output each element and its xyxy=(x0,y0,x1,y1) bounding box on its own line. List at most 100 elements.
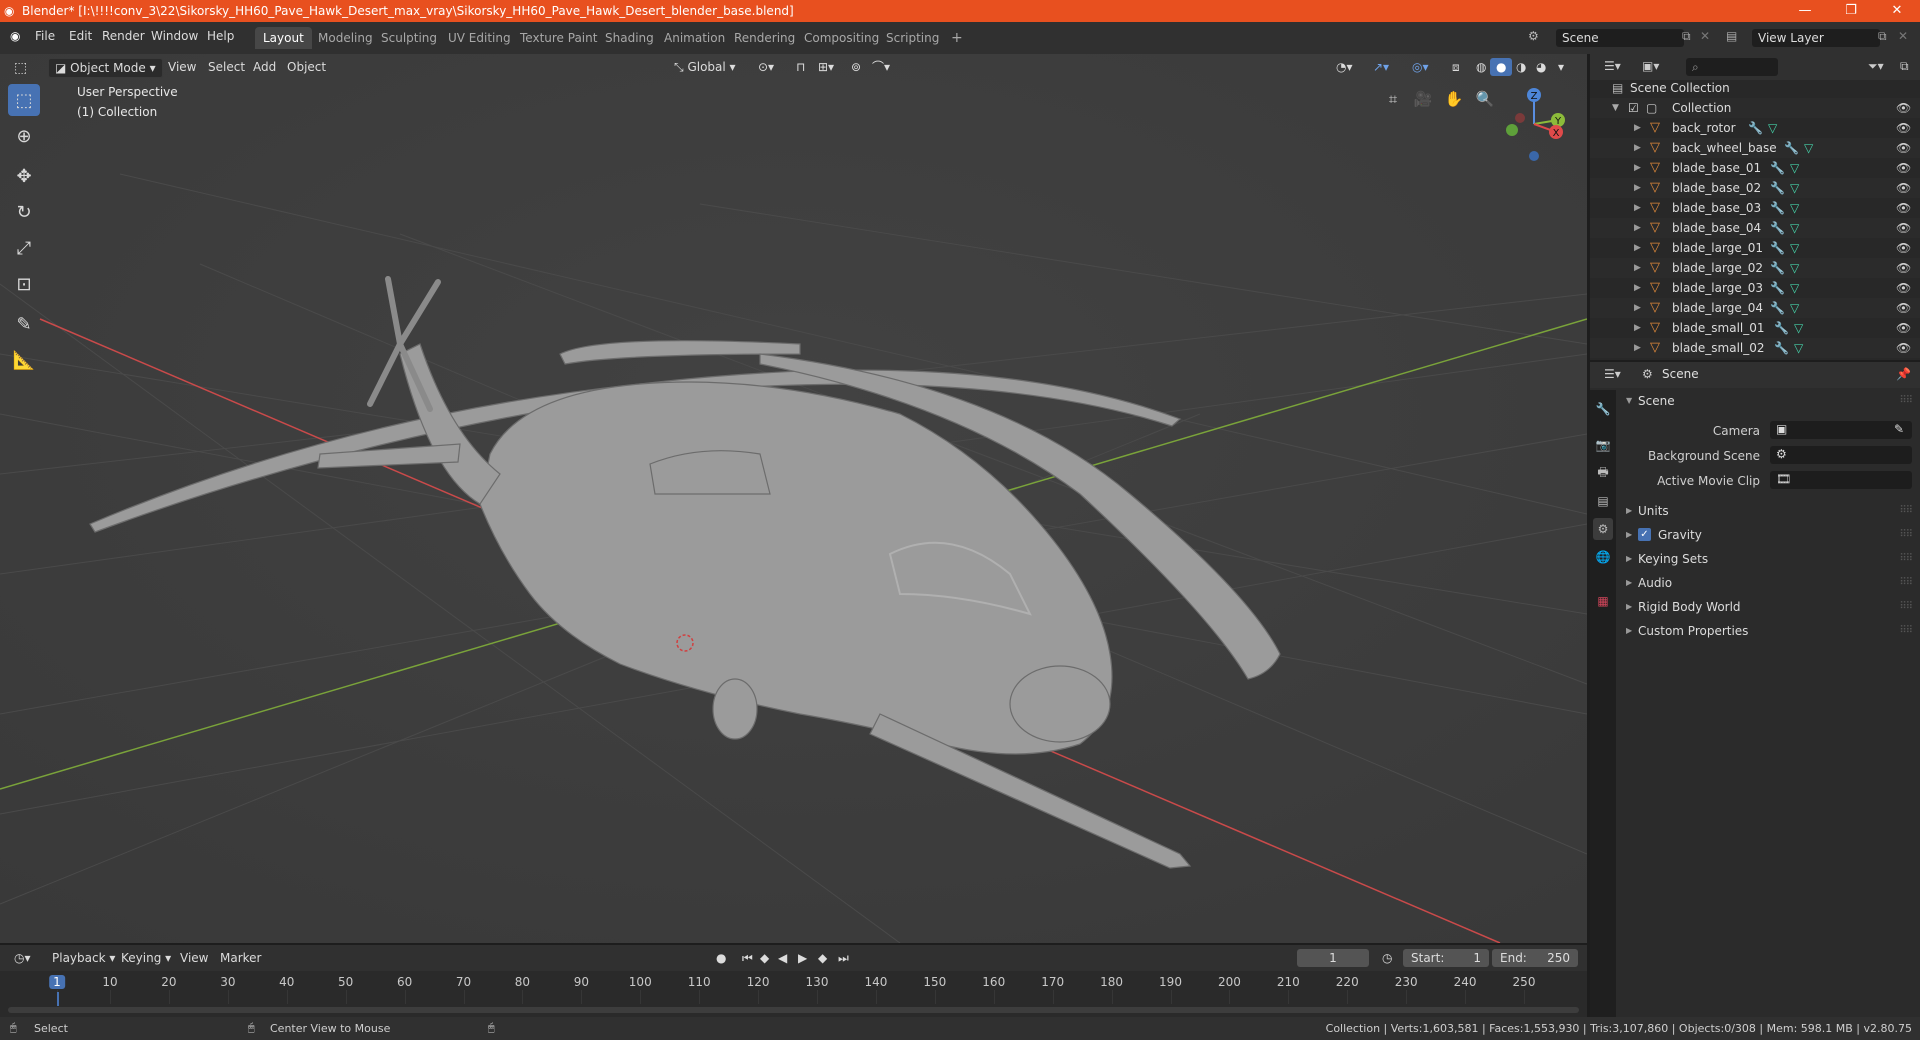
snap-icon[interactable]: ⊓ xyxy=(790,58,811,76)
drag-grip-icon[interactable]: ⠿⠿ xyxy=(1899,500,1913,522)
timeline-tick-label[interactable]: 250 xyxy=(1513,975,1536,989)
timeline-tick-label[interactable]: 230 xyxy=(1395,975,1418,989)
modifier-wrench-icon[interactable]: 🔧 xyxy=(1770,218,1785,238)
mesh-data-icon[interactable]: ▽ xyxy=(1794,318,1803,338)
timeline-tick-label[interactable]: 170 xyxy=(1041,975,1064,989)
menu-file[interactable]: File xyxy=(35,29,55,43)
modifier-wrench-icon[interactable]: 🔧 xyxy=(1770,298,1785,318)
menu-keying[interactable]: Keying ▾ xyxy=(115,949,177,967)
properties-editor-icon[interactable]: ☰▾ xyxy=(1604,367,1621,381)
eye-icon[interactable]: 👁 xyxy=(1896,238,1911,258)
eye-icon[interactable]: 👁 xyxy=(1896,318,1911,338)
modifier-wrench-icon[interactable]: 🔧 xyxy=(1784,138,1799,158)
annotate-tool-icon[interactable]: ✎ xyxy=(8,308,40,340)
view-layer-tab-icon[interactable]: ▤ xyxy=(1593,490,1613,512)
mesh-data-icon[interactable]: ▽ xyxy=(1790,178,1799,198)
expand-triangle-icon[interactable]: ▶ xyxy=(1634,118,1641,138)
timeline-tick-label[interactable]: 150 xyxy=(923,975,946,989)
eye-icon[interactable]: 👁 xyxy=(1896,278,1911,298)
outliner-object-row[interactable]: ▶ ▽ blade_large_02 🔧 ▽ 👁 xyxy=(1590,258,1920,278)
timeline-tick-label[interactable]: 130 xyxy=(806,975,829,989)
texture-tab-icon[interactable]: ▦ xyxy=(1593,590,1613,612)
add-workspace-button[interactable]: + xyxy=(943,27,971,49)
zoom-view-icon[interactable]: 🔍 xyxy=(1472,86,1498,112)
cursor-tool-icon[interactable]: ⊕ xyxy=(8,120,40,152)
tab-texture-paint[interactable]: Texture Paint xyxy=(512,27,605,49)
timeline-tick-label[interactable]: 190 xyxy=(1159,975,1182,989)
mesh-data-icon[interactable]: ▽ xyxy=(1790,298,1799,318)
scene-selector-icon[interactable]: ⚙ xyxy=(1528,29,1539,43)
scene-panel-header[interactable]: ▼ Scene ⠿⠿ xyxy=(1620,390,1916,412)
background-scene-field[interactable]: ⚙ xyxy=(1770,446,1912,464)
pivot-point-icon[interactable]: ⊙▾ xyxy=(752,58,780,76)
modifier-wrench-icon[interactable]: 🔧 xyxy=(1770,198,1785,218)
menu-add[interactable]: Add xyxy=(247,58,282,76)
audio-panel-header[interactable]: ▶ Audio ⠿⠿ xyxy=(1620,572,1916,594)
rendered-shading-icon[interactable]: ◕ xyxy=(1530,58,1552,76)
timeline-tick-label[interactable]: 40 xyxy=(279,975,294,989)
custom-properties-panel-header[interactable]: ▶ Custom Properties ⠿⠿ xyxy=(1620,620,1916,642)
outliner-object-row[interactable]: ▶ ▽ blade_small_01 🔧 ▽ 👁 xyxy=(1590,318,1920,338)
modifier-wrench-icon[interactable]: 🔧 xyxy=(1774,318,1789,338)
outliner-object-row[interactable]: ▶ ▽ blade_large_01 🔧 ▽ 👁 xyxy=(1590,238,1920,258)
expand-triangle-icon[interactable]: ▶ xyxy=(1634,218,1641,238)
shading-options-icon[interactable]: ▾ xyxy=(1552,58,1570,76)
world-tab-icon[interactable]: 🌐 xyxy=(1593,546,1613,568)
timeline-tick-label[interactable]: 50 xyxy=(338,975,353,989)
menu-render[interactable]: Render xyxy=(102,29,145,43)
tool-tab-icon[interactable]: 🔧 xyxy=(1593,398,1613,420)
mesh-data-icon[interactable]: ▽ xyxy=(1790,278,1799,298)
units-panel-header[interactable]: ▶ Units ⠿⠿ xyxy=(1620,500,1916,522)
timeline-tick-label[interactable]: 70 xyxy=(456,975,471,989)
blender-menu-icon[interactable]: ◉ xyxy=(10,29,20,43)
timeline-tick-label[interactable]: 20 xyxy=(161,975,176,989)
drag-grip-icon[interactable]: ⠿⠿ xyxy=(1899,596,1913,618)
modifier-wrench-icon[interactable]: 🔧 xyxy=(1770,238,1785,258)
tab-rendering[interactable]: Rendering xyxy=(726,27,803,49)
menu-edit[interactable]: Edit xyxy=(69,29,92,43)
drag-grip-icon[interactable]: ⠿⠿ xyxy=(1899,548,1913,570)
timeline-tick-label[interactable]: 140 xyxy=(864,975,887,989)
maximize-button[interactable]: ❐ xyxy=(1828,0,1874,22)
jump-end-icon[interactable]: ⏭ xyxy=(832,949,855,967)
timeline-current-frame-marker[interactable]: 1 xyxy=(49,975,65,989)
expand-triangle-icon[interactable]: ▶ xyxy=(1634,198,1641,218)
scene-tab-icon[interactable]: ⚙ xyxy=(1593,518,1613,540)
3d-viewport[interactable] xyxy=(0,54,1587,943)
expand-triangle-icon[interactable]: ▶ xyxy=(1634,178,1641,198)
outliner-object-row[interactable]: ▶ ▽ blade_large_04 🔧 ▽ 👁 xyxy=(1590,298,1920,318)
end-frame-field[interactable]: End: 250 xyxy=(1492,949,1578,967)
menu-select[interactable]: Select xyxy=(202,58,251,76)
new-view-layer-icon[interactable]: ⧉ xyxy=(1878,29,1887,44)
mesh-data-icon[interactable]: ▽ xyxy=(1794,338,1803,358)
editor-type-icon[interactable]: ⬚ xyxy=(8,59,33,77)
mesh-data-icon[interactable]: ▽ xyxy=(1790,198,1799,218)
keying-sets-panel-header[interactable]: ▶ Keying Sets ⠿⠿ xyxy=(1620,548,1916,570)
proportional-edit-icon[interactable]: ⊚ xyxy=(845,58,867,76)
current-frame-field[interactable]: 1 xyxy=(1297,949,1369,967)
timeline-tick-label[interactable]: 110 xyxy=(688,975,711,989)
timeline-tick-label[interactable]: 220 xyxy=(1336,975,1359,989)
modifier-wrench-icon[interactable]: 🔧 xyxy=(1770,158,1785,178)
menu-marker[interactable]: Marker xyxy=(214,949,267,967)
tab-scripting[interactable]: Scripting xyxy=(878,27,947,49)
view-layer-field[interactable]: View Layer xyxy=(1752,29,1880,47)
delete-scene-icon[interactable]: ✕ xyxy=(1700,29,1710,43)
camera-field[interactable]: ▣ ✎ xyxy=(1770,421,1912,439)
drag-grip-icon[interactable]: ⠿⠿ xyxy=(1899,390,1913,412)
falloff-icon[interactable]: ⌒▾ xyxy=(866,58,896,76)
outliner-object-row[interactable]: ▶ ▽ blade_base_03 🔧 ▽ 👁 xyxy=(1590,198,1920,218)
expand-triangle-icon[interactable]: ▶ xyxy=(1634,298,1641,318)
mesh-data-icon[interactable]: ▽ xyxy=(1790,218,1799,238)
drag-grip-icon[interactable]: ⠿⠿ xyxy=(1899,572,1913,594)
tab-sculpting[interactable]: Sculpting xyxy=(373,27,445,49)
rotate-tool-icon[interactable]: ↻ xyxy=(8,196,40,228)
clock-icon[interactable]: ◷ xyxy=(1376,949,1398,967)
outliner-object-row[interactable]: ▶ ▽ blade_small_02 🔧 ▽ 👁 xyxy=(1590,338,1920,358)
timeline-editor-icon[interactable]: ◷▾ xyxy=(8,949,37,967)
modifier-wrench-icon[interactable]: 🔧 xyxy=(1770,278,1785,298)
mode-dropdown[interactable]: ◪ Object Mode ▾ xyxy=(48,58,163,78)
modifier-wrench-icon[interactable]: 🔧 xyxy=(1770,258,1785,278)
timeline-tick-label[interactable]: 160 xyxy=(982,975,1005,989)
gravity-panel-header[interactable]: ▶ ✓ Gravity ⠿⠿ xyxy=(1620,524,1916,546)
